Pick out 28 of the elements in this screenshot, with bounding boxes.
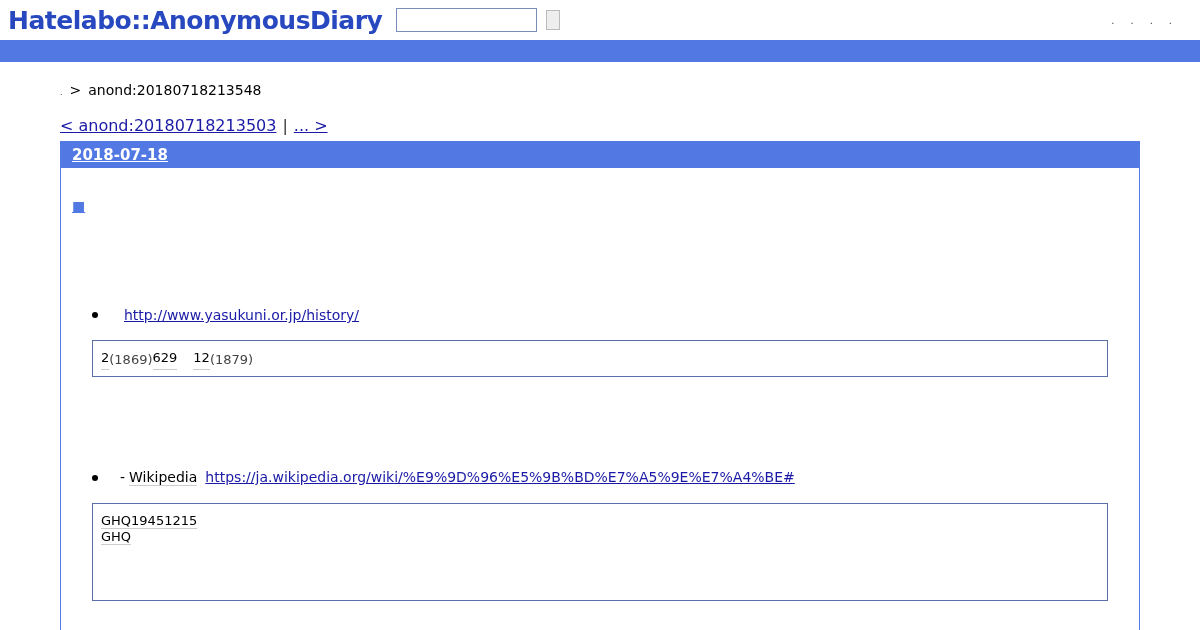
section-link[interactable]: ■ (72, 198, 86, 214)
prev-entry-link[interactable]: < anond:20180718213503 (60, 116, 277, 135)
source-link[interactable]: http://www.yasukuni.or.jp/history/ (124, 307, 360, 323)
nav-link[interactable]: . (1149, 14, 1153, 26)
next-entry-link[interactable]: ... > (293, 116, 328, 135)
keyword-link[interactable]: GHQ19451215 (101, 513, 198, 529)
site-logo[interactable]: Hatelabo::AnonymousDiary (8, 5, 383, 35)
bullet-icon (92, 474, 98, 481)
breadcrumb-separator: > (69, 82, 82, 98)
keyword-link[interactable]: GHQ (101, 529, 132, 545)
keyword-link[interactable]: 12 (193, 350, 210, 370)
search-field[interactable] (396, 8, 538, 32)
breadcrumb-link[interactable]: . (60, 88, 63, 97)
keyword-link[interactable]: 2 (101, 350, 110, 370)
item-text: - (120, 469, 126, 485)
quote-text: (1879) (209, 351, 254, 369)
nav-link[interactable]: . (1168, 14, 1172, 26)
keyword-link[interactable]: Wikipedia (129, 470, 198, 486)
nav-link[interactable]: . (1111, 14, 1115, 26)
bullet-icon (92, 312, 98, 318)
date-link[interactable]: 2018-07-18 (72, 146, 168, 164)
quote-text: (1869) (109, 351, 153, 369)
search-button[interactable] (546, 10, 561, 30)
breadcrumb-current: anond:20180718213548 (88, 82, 262, 98)
source-link[interactable]: https://ja.wikipedia.org/wiki/%E9%9D%96%E5%9B%BD%E7%A5%9E%E7%A4%BE# (205, 469, 795, 485)
nav-link[interactable]: . (1130, 14, 1134, 26)
pager-separator: | (282, 116, 288, 135)
keyword-link[interactable]: 629 (152, 350, 178, 370)
